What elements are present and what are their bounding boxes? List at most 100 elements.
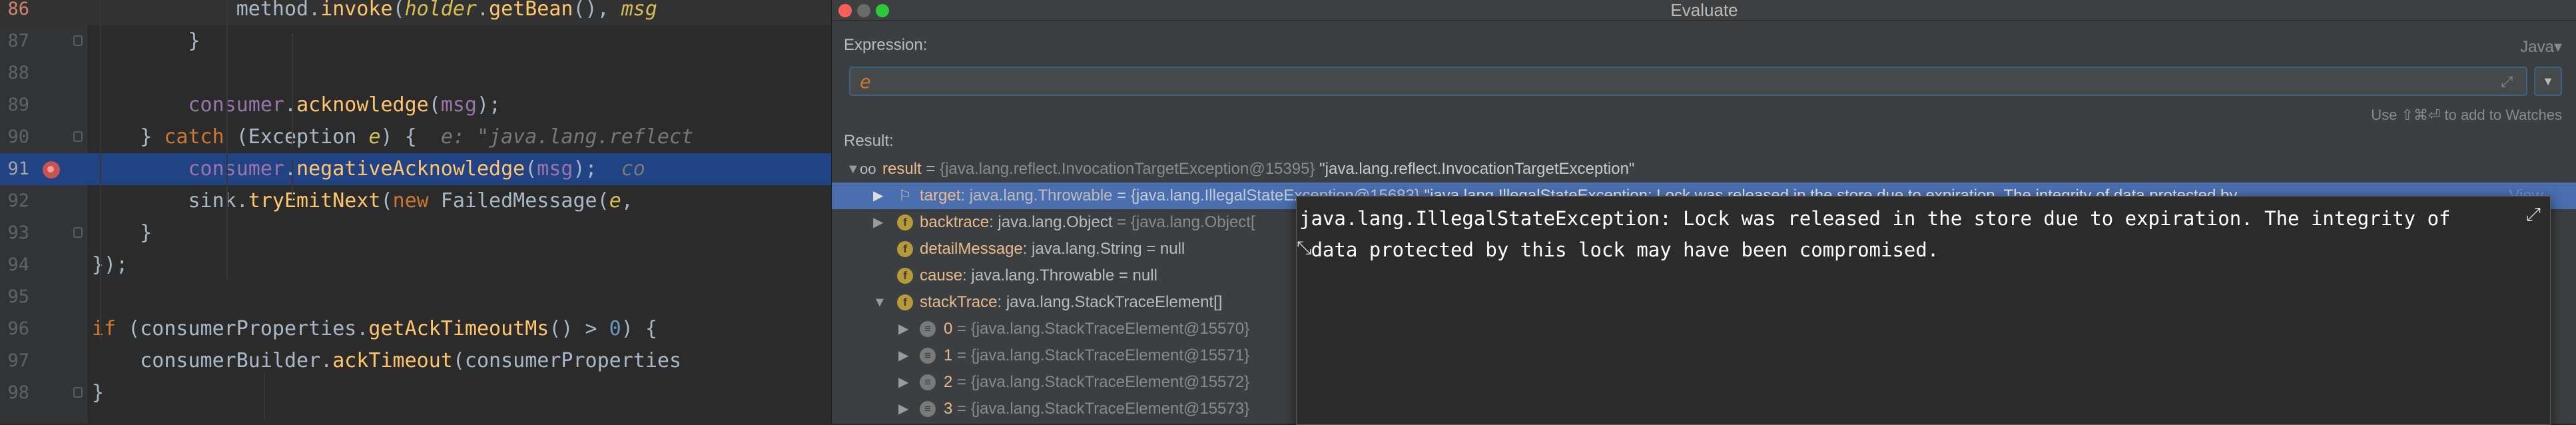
- collapse-arrow-icon[interactable]: ▼: [846, 156, 860, 183]
- field-type: : java.lang.Throwable: [962, 266, 1115, 284]
- code-text: }: [92, 29, 200, 53]
- field-value: = null: [1114, 266, 1157, 284]
- expression-history-dropdown[interactable]: ▼: [2534, 67, 2562, 96]
- line-number[interactable]: 88: [0, 57, 29, 89]
- dialog-title: Evaluate: [1670, 0, 1738, 20]
- chevron-down-icon: ▼: [2542, 75, 2554, 88]
- line-number[interactable]: 98: [0, 377, 29, 409]
- indent-guide: [100, 0, 101, 340]
- line-number[interactable]: 87: [0, 25, 29, 57]
- array-element-icon: ≡: [920, 348, 936, 364]
- field-name: backtrace: [920, 213, 990, 231]
- expand-arrow-icon[interactable]: ▶: [898, 396, 908, 422]
- array-element-icon: ≡: [920, 401, 936, 417]
- element-index: 2: [944, 373, 953, 391]
- expand-icon[interactable]: ⤢: [2526, 203, 2541, 226]
- code-line[interactable]: 94});: [0, 249, 831, 281]
- code-line[interactable]: 97 consumerBuilder.ackTimeout(consumerPr…: [0, 345, 831, 377]
- resize-cursor-icon: ⤡: [1297, 236, 1312, 258]
- field-value: = {java.lang.Object[: [1112, 213, 1255, 231]
- line-number[interactable]: 93: [0, 217, 29, 249]
- code-line[interactable]: 86 method.invoke(holder.getBean(), msg: [0, 0, 831, 25]
- line-number[interactable]: 97: [0, 345, 29, 377]
- element-value: = {java.lang.StackTraceElement@15572}: [952, 373, 1250, 391]
- field-name: target: [920, 187, 961, 205]
- line-number[interactable]: 91: [0, 153, 29, 185]
- element-value: = {java.lang.StackTraceElement@15570}: [952, 320, 1250, 338]
- code-text: sink.tryEmitNext(new FailedMessage(e,: [92, 189, 633, 212]
- element-index: 1: [944, 346, 953, 364]
- code-line[interactable]: 96 if (consumerProperties.getAckTimeoutMs…: [0, 313, 831, 345]
- element-index: 3: [944, 400, 953, 418]
- breakpoint-icon[interactable]: [43, 161, 60, 179]
- fold-marker-icon[interactable]: [73, 387, 83, 398]
- expand-arrow-icon[interactable]: ▶: [898, 342, 908, 369]
- field-type: : java.lang.StackTraceElement[]: [997, 293, 1223, 311]
- code-text: consumerBuilder.ackTimeout(consumerPrope…: [92, 349, 682, 372]
- code-text: } catch (Exception e) { e: "java.lang.re…: [92, 125, 694, 149]
- field-type: : java.lang.String: [1022, 240, 1142, 258]
- value-tooltip-popup[interactable]: java.lang.IllegalStateException: Lock wa…: [1296, 196, 2551, 425]
- fold-marker-icon[interactable]: [73, 227, 83, 238]
- code-text: method.invoke(holder.getBean(), msg: [236, 0, 657, 21]
- fold-marker-icon[interactable]: [73, 35, 83, 46]
- expression-label: Expression:: [844, 36, 928, 54]
- code-text: }: [92, 381, 105, 404]
- code-text: if (consumerProperties.getAckTimeoutMs()…: [92, 317, 657, 340]
- tree-row-result[interactable]: ▼ oo result = {java.lang.reflect.Invocat…: [832, 156, 2576, 183]
- code-line[interactable]: 89 consumer.acknowledge(msg);: [0, 89, 831, 121]
- code-line[interactable]: 90 } catch (Exception e) { e: "java.lang…: [0, 121, 831, 153]
- field-icon: f: [897, 294, 913, 310]
- element-value: = {java.lang.StackTraceElement@15573}: [952, 400, 1250, 418]
- result-name: result: [882, 160, 922, 178]
- field-name: stackTrace: [920, 293, 998, 311]
- indent-guide: [292, 33, 293, 147]
- expand-arrow-icon[interactable]: ▶: [898, 369, 908, 396]
- line-number[interactable]: 90: [0, 121, 29, 153]
- fold-marker-icon[interactable]: [73, 131, 83, 142]
- result-string: "java.lang.reflect.InvocationTargetExcep…: [1319, 160, 1635, 178]
- collapse-arrow-icon[interactable]: ▼: [873, 289, 886, 316]
- element-value: = {java.lang.StackTraceElement@15571}: [952, 346, 1250, 364]
- code-line[interactable]: 98}: [0, 377, 831, 409]
- line-number[interactable]: 89: [0, 89, 29, 121]
- indent-guide: [292, 160, 293, 200]
- watch-glasses-icon: oo: [860, 161, 876, 177]
- code-line[interactable]: 95: [0, 281, 831, 313]
- final-field-icon: ⚐: [898, 187, 912, 204]
- code-editor[interactable]: 86 method.invoke(holder.getBean(), msg 87…: [0, 0, 831, 424]
- code-line[interactable]: 93 }: [0, 217, 831, 249]
- expand-arrow-icon[interactable]: ▶: [898, 316, 908, 342]
- dialog-titlebar: Evaluate: [832, 0, 2576, 21]
- result-value: {java.lang.reflect.InvocationTargetExcep…: [940, 160, 1315, 178]
- indent-guide: [264, 373, 265, 420]
- field-name: detailMessage: [920, 240, 1023, 258]
- line-number[interactable]: 94: [0, 249, 29, 281]
- field-type: : java.lang.Object: [989, 213, 1113, 231]
- field-icon: f: [897, 268, 913, 284]
- expand-arrow-icon[interactable]: ▶: [873, 209, 883, 236]
- expression-input[interactable]: e ⤢: [849, 67, 2527, 96]
- code-line[interactable]: 92 sink.tryEmitNext(new FailedMessage(e,: [0, 185, 831, 217]
- line-number[interactable]: 92: [0, 185, 29, 217]
- code-text: consumer.acknowledge(msg);: [188, 93, 501, 117]
- code-text: });: [92, 253, 129, 276]
- code-line[interactable]: 88: [0, 57, 831, 89]
- array-element-icon: ≡: [920, 321, 936, 337]
- line-number[interactable]: 95: [0, 281, 29, 313]
- add-to-watches-hint: Use ⇧⌘⏎ to add to Watches: [2371, 107, 2562, 123]
- indent-guide: [226, 0, 228, 280]
- code-line[interactable]: 87 }: [0, 25, 831, 57]
- expand-editor-icon[interactable]: ⤢: [2501, 73, 2513, 91]
- element-index: 0: [944, 320, 953, 338]
- line-number[interactable]: 86: [0, 0, 29, 25]
- expand-arrow-icon[interactable]: ▶: [873, 183, 883, 209]
- array-element-icon: ≡: [920, 374, 936, 390]
- result-label: Result:: [844, 132, 894, 150]
- field-icon: f: [897, 241, 913, 257]
- code-line[interactable]: 91 consumer.negativeAcknowledge(msg); co: [0, 153, 831, 185]
- result-equals: =: [921, 160, 940, 178]
- code-text: consumer.negativeAcknowledge(msg); co: [188, 157, 645, 181]
- line-number[interactable]: 96: [0, 313, 29, 345]
- language-selector[interactable]: Java▾: [2520, 37, 2562, 57]
